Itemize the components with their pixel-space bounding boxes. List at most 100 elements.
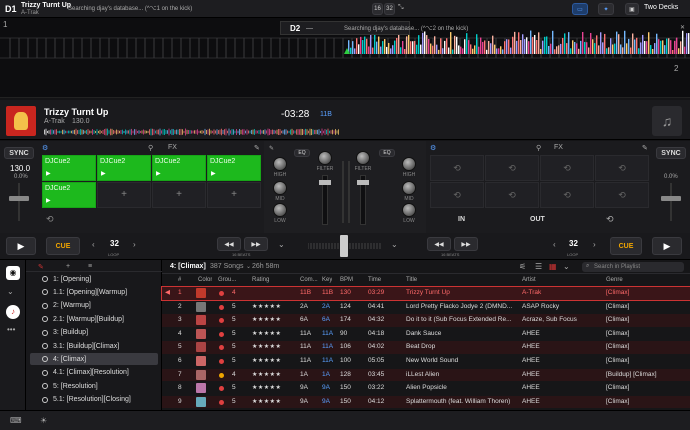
deck2-volume-fader[interactable] <box>357 175 369 225</box>
sidebar-item-2[interactable]: 1.1: [Opening][Warmup] <box>30 286 158 298</box>
deck2-loop-out-button[interactable]: OUT <box>530 216 545 223</box>
deck2-pad-6[interactable]: ⟲ <box>485 182 539 208</box>
deck2-loop-increase-icon[interactable]: › <box>593 240 596 249</box>
list-view-icon[interactable]: ☰ <box>535 262 542 271</box>
deck1-edit-icon[interactable]: ✎ <box>254 144 260 152</box>
crossfader[interactable] <box>308 235 382 257</box>
deck2-pitch-slider[interactable] <box>661 196 681 201</box>
view-options-icon[interactable]: ⌄ <box>563 262 570 271</box>
deck1-high-knob[interactable] <box>273 157 287 171</box>
column-header[interactable]: BPM <box>340 274 353 287</box>
collapse-icon[interactable]: ⌄ <box>7 287 14 296</box>
deck2-eq-button[interactable]: EQ <box>379 149 395 157</box>
deck2-pad-5[interactable]: ⟲ <box>430 182 484 208</box>
deck1-pad-8-add[interactable]: + <box>207 182 261 208</box>
column-header[interactable]: # <box>178 274 181 287</box>
table-row[interactable]: 6 5 ★★★★★ 11A 11A 100 05:05 New World Sound AHEE… <box>162 355 690 368</box>
table-row[interactable]: 5 5 ★★★★★ 11A 11A 106 04:02 Beat Drop AHEE [Clima… <box>162 341 690 354</box>
sidebar-item-3[interactable]: 2: [Warmup] <box>30 300 158 312</box>
column-header[interactable]: Color <box>198 274 212 287</box>
deck1-eq-button[interactable]: EQ <box>294 149 310 157</box>
music-app-icon[interactable]: ♪ <box>6 305 20 319</box>
deck1-pad-3[interactable]: DJCue2 ▶ <box>152 155 206 181</box>
decks-icon[interactable]: ▣ <box>625 3 639 15</box>
deck2-pad-2[interactable]: ⟲ <box>485 155 539 181</box>
deck1-pad-4[interactable]: DJCue2 ▶ <box>207 155 261 181</box>
deck2-low-knob[interactable] <box>402 203 416 217</box>
deck1-filter-knob[interactable] <box>318 151 332 165</box>
deck1-transport-menu-icon[interactable]: ⌄ <box>278 240 285 249</box>
filter-icon[interactable]: ⚟ <box>519 262 526 271</box>
beats-32-button[interactable]: 32 <box>384 3 395 15</box>
mixer-edit-icon[interactable]: ✎ <box>269 145 274 152</box>
table-row[interactable]: 2 5 ★★★★★ 2A 2A 124 04:41 Lord Pretty Flacko Jo… <box>162 301 690 314</box>
deck1-volume-fader[interactable] <box>319 175 331 225</box>
sidebar-item-5[interactable]: 3: [Buildup] <box>30 327 158 339</box>
deck1-fx-icon[interactable]: ⚲ <box>148 144 153 152</box>
column-header[interactable]: Genre <box>606 274 623 287</box>
deck2-pad-4[interactable]: ⟲ <box>595 155 649 181</box>
deck1-low-knob[interactable] <box>273 203 287 217</box>
deck2-play-button[interactable]: ▶ <box>652 237 682 255</box>
sidebar-item-1[interactable]: 1: [Opening] <box>30 273 158 285</box>
column-header[interactable]: Artist <box>522 274 536 287</box>
deck2-edit-icon[interactable]: ✎ <box>642 144 648 152</box>
sidebar-item-9[interactable]: 5: [Resolution] <box>30 380 158 392</box>
deck2-close-icon[interactable]: ✕ <box>680 24 685 31</box>
table-row[interactable]: ◀ 1 4 11B 11B 130 03:29 Trizzy Turnt Up A-Trak [C… <box>161 286 690 301</box>
sidebar-item-6[interactable]: 3.1: [Buildup][Climax] <box>30 340 158 352</box>
column-header[interactable]: Com... <box>300 274 318 287</box>
deck2-loop-decrease-icon[interactable]: ‹ <box>553 240 556 249</box>
sidebar-add-icon[interactable]: + <box>66 263 70 270</box>
library-source-icon[interactable]: ◉ <box>6 266 20 280</box>
brightness-icon[interactable]: ☀ <box>40 416 47 425</box>
deck2-sync-button[interactable]: SYNC <box>656 147 686 159</box>
playlist-collapse-icon[interactable]: ⌄ <box>246 263 251 270</box>
sidebar-item-10[interactable]: 5.1: [Resolution][Closing] <box>30 394 158 406</box>
deck2-cue-button[interactable]: CUE <box>610 237 642 255</box>
deck1-loop-decrease-icon[interactable]: ‹ <box>92 240 95 249</box>
deck2-artwork-placeholder-icon[interactable]: ♫ <box>652 106 682 136</box>
sidebar-sort-icon[interactable]: ≡ <box>88 263 92 270</box>
deck1-pad-6-add[interactable]: + <box>97 182 151 208</box>
table-row[interactable]: 7 4 ★★★★★ 1A 1A 128 03:45 iLLest Alien AHEE [Buil… <box>162 368 690 382</box>
deck2-filter-knob[interactable] <box>356 151 370 165</box>
sparkle-icon[interactable]: ✦ <box>598 3 614 15</box>
table-row[interactable]: 4 5 ★★★★★ 11A 11A 90 04:18 Dank Sauce AHEE [Clima… <box>162 328 690 341</box>
deck1-mid-knob[interactable] <box>273 181 287 195</box>
deck2-pad-7[interactable]: ⟲ <box>540 182 594 208</box>
deck1-settings-icon[interactable]: ⚙ <box>42 144 48 152</box>
deck1-pitch-slider[interactable] <box>9 196 29 201</box>
deck2-loop-in-button[interactable]: IN <box>458 216 465 223</box>
layout-icon[interactable]: ▭ <box>572 3 588 15</box>
table-row[interactable]: 8 5 ★★★★★ 9A 9A 150 03:22 Alien Popsicle AHEE [Cl… <box>162 382 690 395</box>
deck2-loop-reloop-icon[interactable]: ⟲ <box>606 214 614 225</box>
table-row[interactable]: 9 5 ★★★★★ 9A 9A 150 04:12 Splattermouth (feat. … <box>162 395 690 409</box>
deck1-beatjump-forward-button[interactable]: ▶▶ <box>244 237 268 251</box>
deck2-beatjump-back-button[interactable]: ◀◀ <box>427 237 451 251</box>
deck2-mid-knob[interactable] <box>402 181 416 195</box>
more-icon[interactable]: ••• <box>7 325 15 334</box>
deck2-pad-1[interactable]: ⟲ <box>430 155 484 181</box>
column-header[interactable]: Rating <box>252 274 269 287</box>
expand-icon[interactable]: ⤡ <box>398 4 404 12</box>
column-header[interactable]: Time <box>368 274 381 287</box>
keyboard-icon[interactable]: ⌨ <box>10 416 22 425</box>
deck2-pad-8[interactable]: ⟲ <box>595 182 649 208</box>
beats-16-button[interactable]: 16 <box>372 3 383 15</box>
sidebar-item-8[interactable]: 4.1: [Climax][Resolution] <box>30 367 158 379</box>
sidebar-item-4[interactable]: 2.1: [Warmup][Buildup] <box>30 313 158 325</box>
deck1-pad-1[interactable]: DJCue2 ▶ <box>42 155 96 181</box>
deck1-play-button[interactable]: ▶ <box>6 237 36 255</box>
sidebar-item-7[interactable]: 4: [Climax] <box>30 353 158 366</box>
table-row[interactable]: 3 5 ★★★★★ 6A 6A 174 04:32 Do it to it (Sub Focu… <box>162 314 690 327</box>
column-header[interactable]: Title <box>406 274 417 287</box>
deck1-pad-2[interactable]: DJCue2 ▶ <box>97 155 151 181</box>
layout-selector[interactable]: Two Decks <box>644 4 678 11</box>
waveform-overview[interactable]: 1 2 D2 — Searching djay's database... (^… <box>0 18 690 98</box>
deck1-track-overview[interactable] <box>44 128 339 136</box>
deck2-beatjump-forward-button[interactable]: ▶▶ <box>454 237 478 251</box>
column-header[interactable]: Grou... <box>218 274 236 287</box>
grid-view-icon[interactable]: ▦ <box>549 262 557 271</box>
sidebar-pin-icon[interactable]: ✎ <box>38 263 44 271</box>
